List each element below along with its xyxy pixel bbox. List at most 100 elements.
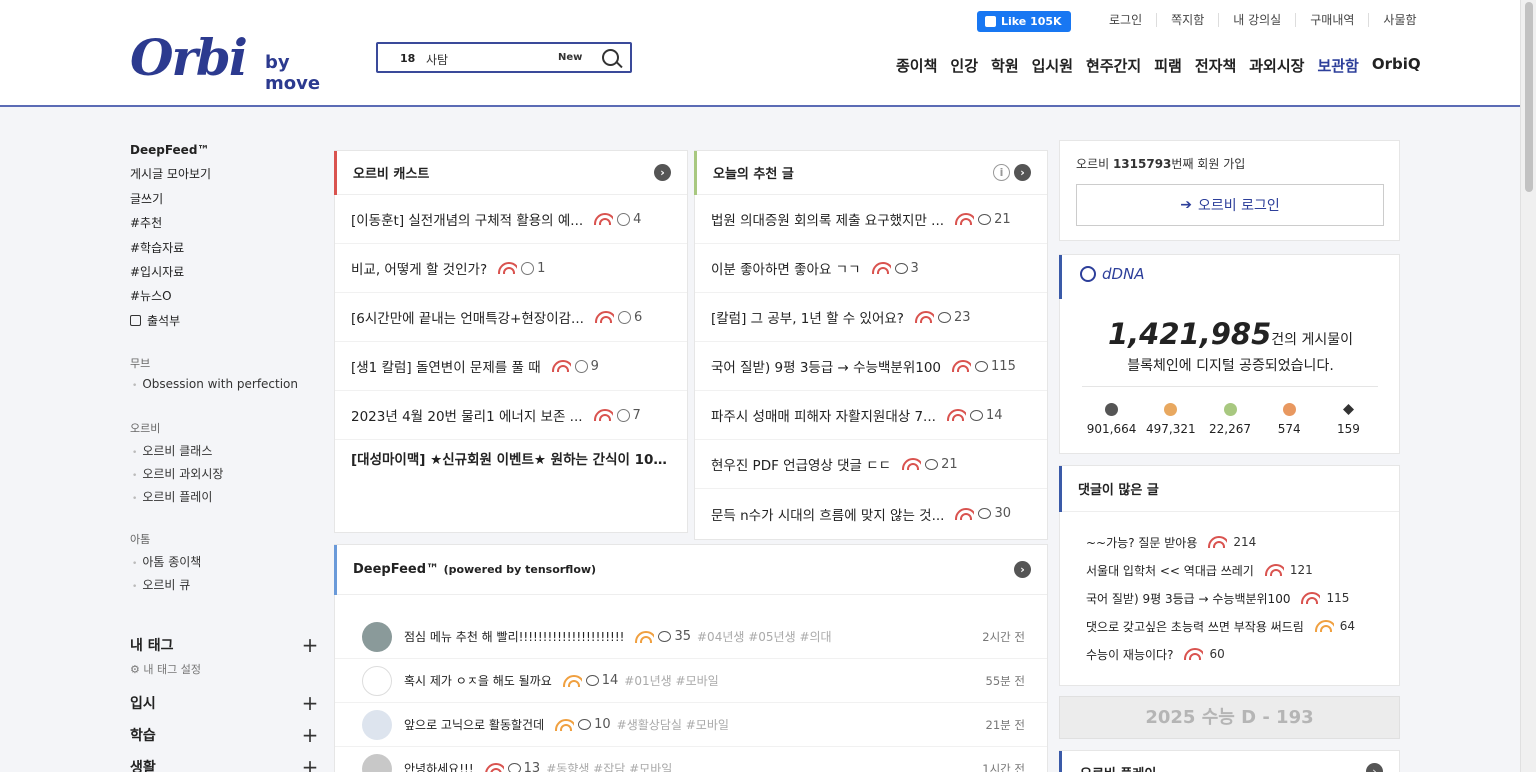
list-item[interactable]: 비교, 어떻게 할 것인가? 1: [335, 244, 687, 293]
list-item[interactable]: [칼럼] 그 공부, 1년 할 수 있어요? 23: [695, 293, 1047, 342]
feed-tags[interactable]: #생활상담실 #모바일: [617, 716, 729, 733]
accent-bar: [1059, 255, 1062, 299]
post-title: 수능이 재능이다?: [1086, 647, 1174, 662]
list-item[interactable]: 현우진 PDF 언급영상 댓글 ㄷㄷ 21: [695, 440, 1047, 489]
list-item[interactable]: ~~가능? 질문 받아용 214: [1060, 528, 1399, 556]
nav-item[interactable]: 입시원: [1032, 55, 1073, 76]
comment-count: 121: [1289, 563, 1313, 577]
feed-tags[interactable]: #동향생 #잡담 #모바일: [546, 760, 672, 772]
comment-icon: [978, 508, 992, 519]
member-count-text: 오르비 1315793번째 회원 가입: [1076, 155, 1245, 172]
comment-count: 60: [1209, 647, 1225, 661]
chevron-right-icon[interactable]: ›: [654, 164, 671, 181]
plus-icon[interactable]: +: [300, 691, 320, 715]
sidebar-item-recommend[interactable]: #추천: [130, 213, 320, 237]
feed-row[interactable]: 앞으로 고닉으로 활동할건데 10 #생활상담실 #모바일 21분 전: [335, 703, 1047, 747]
list-item[interactable]: [6시간만에 끝내는 언매특강+현장이감... 6: [335, 293, 687, 342]
plus-icon[interactable]: +: [300, 723, 320, 747]
suneung-dday: 2025 수능 D - 193: [1059, 696, 1400, 739]
chevron-right-icon[interactable]: ›: [1366, 763, 1383, 772]
list-item[interactable]: 서울대 입학처 << 역대급 쓰레기 121: [1060, 556, 1399, 584]
list-item[interactable]: 문득 n수가 시대의 흐름에 맞지 않는 것... 30: [695, 489, 1047, 538]
scrollbar-thumb[interactable]: [1525, 2, 1533, 192]
comment-icon: [925, 458, 939, 470]
feed-row[interactable]: 안녕하세요!!! 13 #동향생 #잡담 #모바일 1시간 전: [335, 747, 1047, 772]
my-tag-setting[interactable]: ⚙ 내 태그 설정: [130, 661, 320, 687]
search-icon[interactable]: [602, 49, 619, 66]
nav-item[interactable]: 과외시장: [1249, 55, 1304, 76]
sidebar-group-title: 무브: [130, 357, 151, 371]
my-tag-row[interactable]: 내 태그 +: [130, 629, 320, 661]
section-life[interactable]: 생활 +: [130, 751, 320, 772]
ddna-title[interactable]: dDNA: [1080, 265, 1145, 283]
hot-icon: [871, 262, 891, 274]
coin-icon: [1105, 403, 1119, 416]
comment-count: 35: [674, 629, 691, 644]
messages-link[interactable]: 쪽지함: [1157, 13, 1220, 27]
feed-tags[interactable]: #04년생 #05년생 #의대: [697, 628, 832, 645]
sidebar-item-write[interactable]: 글쓰기: [130, 189, 320, 213]
coin-item: 901,664: [1082, 403, 1141, 436]
login-link[interactable]: 로그인: [1095, 13, 1158, 27]
post-title: 법원 의대증원 회의록 제출 요구했지만 ...: [711, 213, 945, 229]
nav-item[interactable]: 종이책: [896, 55, 937, 76]
list-item[interactable]: 수능이 재능이다? 60: [1060, 640, 1399, 668]
sidebar-item-attendance[interactable]: 출석부: [130, 311, 320, 335]
orbi-login-button[interactable]: ➔ 오르비 로그인: [1076, 184, 1384, 226]
section-admission[interactable]: 입시 +: [130, 687, 320, 719]
nav-item-locker[interactable]: 보관함: [1317, 55, 1358, 76]
list-item[interactable]: 2023년 4월 20번 물리1 에너지 보존 ... 7: [335, 391, 687, 440]
plus-icon[interactable]: +: [300, 633, 320, 657]
comment-icon: [969, 409, 983, 421]
feed-time: 2시간 전: [982, 629, 1025, 644]
chevron-right-icon[interactable]: ›: [1014, 164, 1031, 181]
hot-icon: [484, 762, 504, 772]
list-item[interactable]: 법원 의대증원 회의록 제출 요구했지만 ... 21: [695, 195, 1047, 244]
feed-row[interactable]: 혹시 제가 ㅇㅈ을 해도 될까요 14 #01년생 #모바일 55분 전: [335, 659, 1047, 703]
ad-item[interactable]: [대성마이맥] ★신규회원 이벤트★ 원하는 간식이 100...: [335, 440, 687, 476]
feed-tags[interactable]: #01년생 #모바일: [624, 672, 718, 689]
smile-icon: [616, 408, 630, 422]
list-item[interactable]: 파주시 성매매 피해자 자활지원대상 7... 14: [695, 391, 1047, 440]
list-item[interactable]: 국어 질받) 9평 3등급 → 수능백분위100 115: [1060, 584, 1399, 612]
sidebar-item-news[interactable]: #뉴스O: [130, 286, 320, 310]
sidebar-item-all-posts[interactable]: 게시글 모아보기: [130, 164, 320, 188]
ddna-count-value: 1,421,985: [1107, 317, 1272, 351]
sidebar-sub-item[interactable]: Obsession with perfection: [130, 377, 320, 400]
coin-icon: [1282, 403, 1296, 416]
nav-item-orbiq[interactable]: OrbiQ: [1372, 55, 1421, 76]
sidebar-sub-item[interactable]: 오르비 클래스: [130, 442, 320, 465]
sidebar-item-study[interactable]: #학습자료: [130, 238, 320, 262]
nav-item[interactable]: 피램: [1154, 55, 1182, 76]
sidebar-sub-item[interactable]: 오르비 과외시장: [130, 465, 320, 488]
sidebar-sub-item[interactable]: 오르비 큐: [130, 576, 320, 599]
my-lectures-link[interactable]: 내 강의실: [1219, 13, 1297, 27]
list-item[interactable]: 이분 좋아하면 좋아요 ㄱㄱ 3: [695, 244, 1047, 293]
page-scrollbar[interactable]: [1520, 0, 1536, 772]
list-item[interactable]: 국어 질받) 9평 3등급 → 수능백분위100 115: [695, 342, 1047, 391]
plus-icon[interactable]: +: [300, 755, 320, 772]
locker-link[interactable]: 사물함: [1369, 13, 1430, 27]
sidebar-item-deepfeed[interactable]: DeepFeed™: [130, 140, 320, 164]
nav-item[interactable]: 인강: [950, 55, 978, 76]
hot-icon: [901, 458, 922, 470]
nav-item[interactable]: 학원: [991, 55, 1019, 76]
orbi-logo[interactable]: Orbi by move: [130, 22, 335, 94]
search-input[interactable]: 18 사탐 New: [376, 42, 632, 73]
list-item[interactable]: [이동훈t] 실전개념의 구체적 활용의 예... 4: [335, 195, 687, 244]
post-title: [6시간만에 끝내는 언매특강+현장이감...: [351, 311, 584, 327]
chevron-right-icon[interactable]: ›: [1014, 561, 1031, 578]
facebook-like-button[interactable]: Like 105K: [977, 11, 1071, 32]
comment-count: 30: [994, 506, 1012, 521]
sidebar-sub-item[interactable]: 오르비 플레이: [130, 488, 320, 511]
sidebar-item-admission[interactable]: #입시자료: [130, 262, 320, 286]
info-icon[interactable]: i: [993, 164, 1010, 181]
nav-item[interactable]: 현주간지: [1086, 55, 1141, 76]
sidebar-sub-item[interactable]: 아톰 종이책: [130, 553, 320, 576]
nav-item[interactable]: 전자책: [1195, 55, 1236, 76]
purchases-link[interactable]: 구매내역: [1296, 13, 1370, 27]
feed-row[interactable]: 점심 메뉴 추천 해 빨리!!!!!!!!!!!!!!!!!!!!!! 35 #…: [335, 615, 1047, 659]
list-item[interactable]: 댓으로 갖고싶은 초능력 쓰면 부작용 써드림 64: [1060, 612, 1399, 640]
section-study[interactable]: 학습 +: [130, 719, 320, 751]
list-item[interactable]: [생1 칼럼] 돌연변이 문제를 풀 때 9: [335, 342, 687, 391]
